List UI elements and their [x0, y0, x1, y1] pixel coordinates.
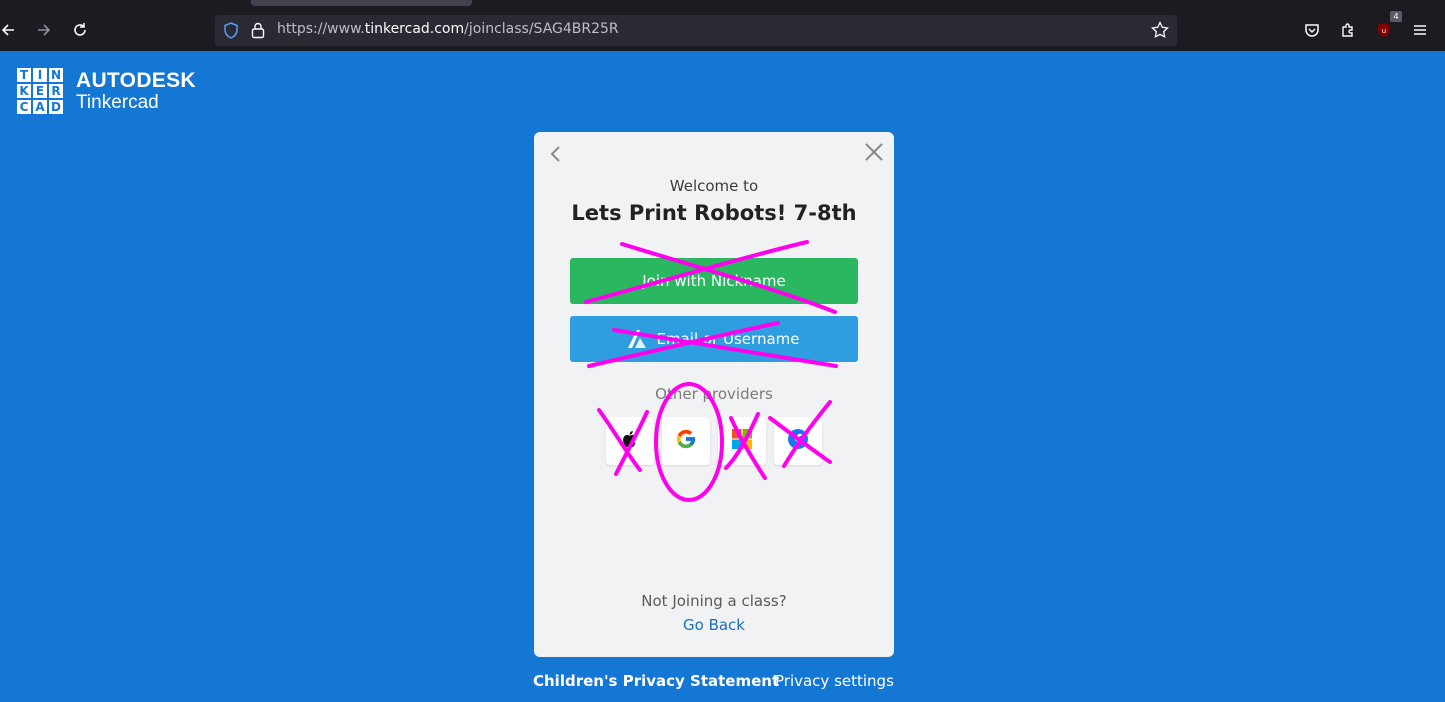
url-text[interactable]: https://www.tinkercad.com/joinclass/SAG4…	[277, 21, 619, 37]
join-with-nickname-button[interactable]: Join with Nickname	[570, 258, 858, 304]
facebook-icon	[787, 428, 809, 454]
apple-signin-button[interactable]	[606, 417, 654, 465]
logo-letter: A	[32, 99, 48, 115]
extensions-icon[interactable]	[1334, 16, 1362, 44]
microsoft-icon	[732, 429, 752, 453]
childrens-privacy-link[interactable]: Children's Privacy Statement	[533, 672, 779, 690]
brand-text: AUTODESK Tinkercad	[76, 70, 196, 112]
email-button-label: Email or Username	[656, 330, 800, 348]
extension-badge: 4	[1390, 11, 1402, 22]
back-icon[interactable]	[0, 16, 22, 44]
logo-letter: N	[48, 67, 64, 83]
logo-letter: D	[48, 99, 64, 115]
welcome-text: Welcome to	[669, 177, 759, 195]
star-icon[interactable]	[1151, 20, 1169, 43]
url-path: /joinclass/SAG4BR25R	[464, 21, 619, 37]
privacy-settings-link[interactable]: Privacy settings	[775, 672, 894, 690]
menu-icon[interactable]	[1406, 16, 1434, 44]
shield-icon[interactable]	[223, 22, 239, 43]
google-icon	[675, 428, 697, 454]
go-back-link[interactable]: Go Back	[534, 616, 894, 634]
brand-tinkercad: Tinkercad	[76, 92, 159, 113]
pocket-icon[interactable]	[1298, 16, 1326, 44]
url-prefix: https://www.	[277, 21, 365, 37]
browser-toolbar: https://www.tinkercad.com/joinclass/SAG4…	[0, 0, 1445, 51]
email-or-username-button[interactable]: Email or Username	[570, 316, 858, 362]
close-icon[interactable]	[862, 140, 886, 164]
not-joining-text: Not Joining a class?	[641, 592, 787, 610]
class-name: Lets Print Robots! 7-8th	[571, 201, 857, 225]
brand-autodesk: AUTODESK	[76, 69, 196, 92]
logo-letter: C	[16, 99, 32, 115]
logo-grid: T I N K E R C A D	[16, 67, 64, 115]
url-bar[interactable]: https://www.tinkercad.com/joinclass/SAG4…	[215, 15, 1177, 46]
logo-letter: E	[32, 83, 48, 99]
forward-icon[interactable]	[30, 16, 58, 44]
active-tab-edge[interactable]	[251, 0, 472, 6]
reload-icon[interactable]	[66, 16, 94, 44]
url-host: tinkercad.com	[364, 21, 465, 37]
facebook-signin-button[interactable]	[774, 417, 822, 465]
ublock-icon[interactable]: u 4	[1370, 11, 1402, 44]
other-providers-label: Other providers	[655, 385, 773, 403]
apple-icon	[621, 429, 639, 453]
logo-letter: K	[16, 83, 32, 99]
logo-letter: T	[16, 67, 32, 83]
chevron-left-icon[interactable]	[544, 142, 568, 166]
autodesk-icon	[626, 329, 648, 353]
lock-icon[interactable]	[251, 22, 265, 43]
logo-letter: I	[32, 67, 48, 83]
nickname-button-label: Join with Nickname	[642, 272, 786, 290]
svg-text:u: u	[1382, 27, 1386, 35]
join-class-dialog: Welcome to Lets Print Robots! 7-8th Join…	[534, 132, 894, 657]
microsoft-signin-button[interactable]	[718, 417, 766, 465]
logo-letter: R	[48, 83, 64, 99]
tinkercad-logo[interactable]: T I N K E R C A D AUTODESK Tinkercad	[16, 67, 196, 115]
google-signin-button[interactable]	[662, 417, 710, 465]
